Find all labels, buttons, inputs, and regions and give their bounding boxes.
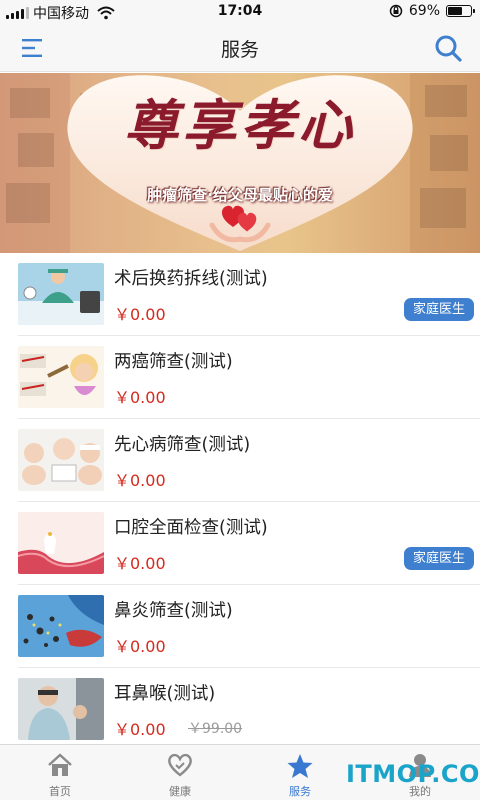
service-price: ￥0.00 xyxy=(114,720,166,739)
promo-banner[interactable]: 尊享孝心 肿瘤筛查·给父母最贴心的爱 xyxy=(0,73,480,253)
service-price: ￥0.00 xyxy=(114,554,166,573)
service-item[interactable]: 鼻炎筛查(测试) ￥0.00 xyxy=(18,585,480,668)
service-title: 口腔全面检查(测试) xyxy=(114,518,268,538)
nose-thumbnail xyxy=(18,595,104,657)
ent-doctor-thumbnail xyxy=(18,678,104,740)
original-price: ￥99.00 xyxy=(188,721,243,737)
watermark: ITMOP.COM xyxy=(346,760,480,788)
service-price: ￥0.00 xyxy=(114,388,166,407)
service-title: 术后换药拆线(测试) xyxy=(114,269,268,289)
service-title: 鼻炎筛查(测试) xyxy=(114,601,233,621)
tooth-thumbnail xyxy=(18,512,104,574)
tab-label: 首页 xyxy=(49,785,71,798)
search-icon[interactable] xyxy=(434,34,462,62)
service-item[interactable]: 术后换药拆线(测试) ￥0.00 家庭医生 xyxy=(18,253,480,336)
tab-label: 健康 xyxy=(169,785,191,798)
babies-thumbnail xyxy=(18,429,104,491)
status-bar: 中国移动 17:04 69% xyxy=(0,0,480,24)
tab-health[interactable]: 健康 xyxy=(120,745,240,800)
service-title: 耳鼻喉(测试) xyxy=(114,684,216,704)
star-icon xyxy=(287,754,313,778)
battery-percent: 69% xyxy=(408,3,440,19)
page-title: 服务 xyxy=(220,39,259,61)
banner-heading: 尊享孝心 xyxy=(124,93,356,157)
status-right: 69% xyxy=(389,3,475,19)
service-price: ￥0.00 xyxy=(114,305,166,324)
service-item[interactable]: 两癌筛查(测试) ￥0.00 xyxy=(18,336,480,419)
service-item[interactable]: 先心病筛查(测试) ￥0.00 xyxy=(18,419,480,502)
service-price: ￥0.00 xyxy=(114,471,166,490)
family-doctor-badge[interactable]: 家庭医生 xyxy=(403,547,474,570)
service-title: 先心病筛查(测试) xyxy=(114,435,251,455)
tab-home[interactable]: 首页 xyxy=(0,745,120,800)
service-price: ￥0.00 xyxy=(114,637,166,656)
service-item[interactable]: 口腔全面检查(测试) ￥0.00 家庭医生 xyxy=(18,502,480,585)
service-title: 两癌筛查(测试) xyxy=(114,352,233,372)
surgery-thumbnail xyxy=(18,263,104,325)
cancer-screening-thumbnail xyxy=(18,346,104,408)
nav-bar: 服务 xyxy=(0,24,480,72)
tab-label: 服务 xyxy=(289,785,311,798)
orientation-lock-icon xyxy=(389,4,403,18)
banner-tagline: 肿瘤筛查·给父母最贴心的爱 xyxy=(147,186,333,204)
service-item[interactable]: 耳鼻喉(测试) ￥0.00 ￥99.00 xyxy=(18,668,480,751)
home-icon xyxy=(48,753,72,776)
service-list: 术后换药拆线(测试) ￥0.00 家庭医生 两癌筛查(测试) ￥0.00 先心病… xyxy=(0,253,480,751)
battery-icon xyxy=(446,5,475,17)
tab-service[interactable]: 服务 xyxy=(240,745,360,800)
heart-icon xyxy=(168,753,192,777)
family-doctor-badge[interactable]: 家庭医生 xyxy=(403,298,474,321)
